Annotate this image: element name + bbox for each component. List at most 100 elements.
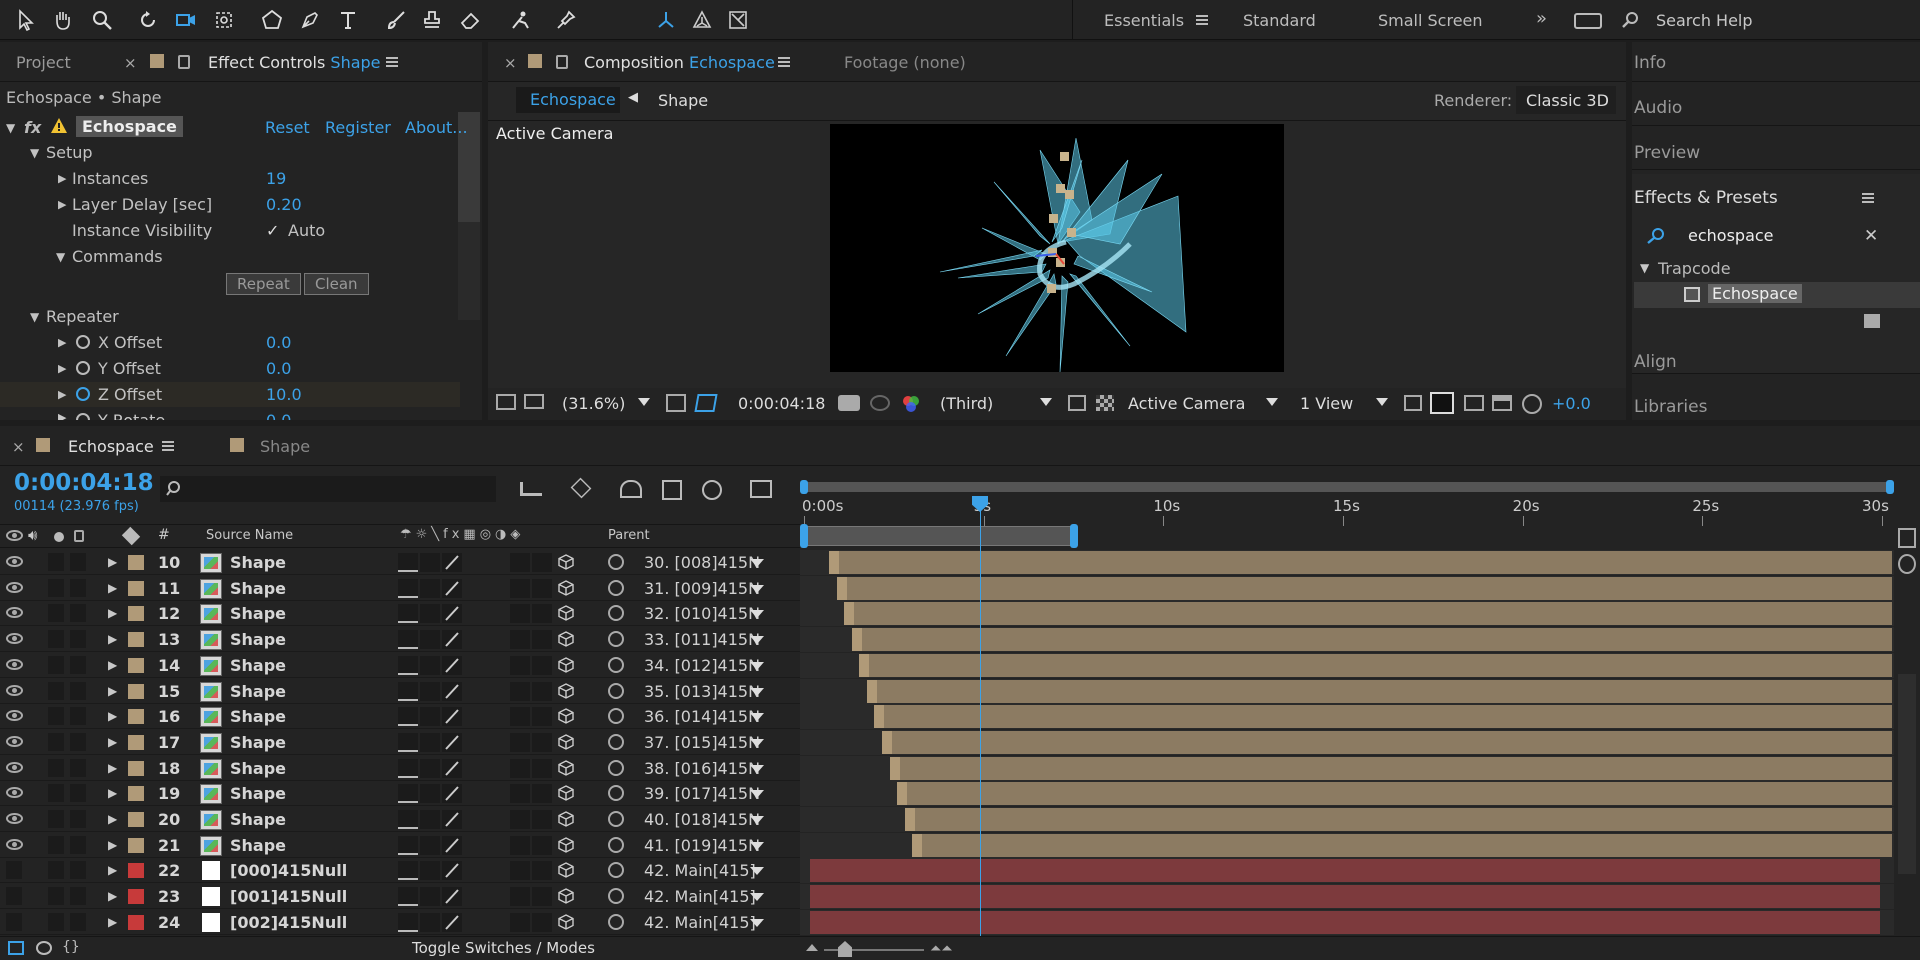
- eraser-tool-icon[interactable]: [456, 6, 484, 34]
- close-tab-icon[interactable]: ×: [124, 54, 137, 72]
- layer-source-name[interactable]: [001]415Null: [230, 887, 347, 906]
- expand-arrow-icon[interactable]: ▶: [58, 411, 66, 420]
- clear-search-icon[interactable]: ✕: [1864, 226, 1878, 246]
- quality-switch[interactable]: [442, 681, 462, 701]
- adjustment-switch[interactable]: [532, 784, 552, 804]
- pen-tool-icon[interactable]: [296, 6, 324, 34]
- layer-source-name[interactable]: Shape: [230, 733, 286, 752]
- solo-switch[interactable]: [48, 835, 64, 854]
- current-time[interactable]: 0:00:04:18: [14, 470, 154, 496]
- lock-switch[interactable]: [70, 604, 86, 623]
- channels-icon[interactable]: [900, 394, 922, 414]
- shy-switch[interactable]: [398, 604, 418, 624]
- shy-switch[interactable]: [398, 758, 418, 778]
- parent-dropdown[interactable]: 30. [008]415N: [644, 553, 760, 572]
- layer-duration-bar[interactable]: [810, 885, 1880, 909]
- 3d-layer-icon[interactable]: [558, 682, 574, 699]
- shy-switch[interactable]: [398, 578, 418, 598]
- parent-pick-whip-icon[interactable]: [608, 631, 624, 648]
- panel-menu-icon[interactable]: [386, 57, 398, 67]
- layer-row[interactable]: ▶ 13 Shape 33. [011]415N: [0, 627, 1920, 653]
- echospace-preset-row[interactable]: Echospace: [1634, 282, 1920, 308]
- visibility-eye-icon[interactable]: [6, 735, 23, 747]
- show-snapshot-icon[interactable]: [870, 395, 890, 411]
- adjustment-switch[interactable]: [532, 604, 552, 624]
- 3d-layer-icon[interactable]: [558, 785, 574, 802]
- adjustment-switch[interactable]: [532, 912, 552, 932]
- parent-dropdown-arrow-icon[interactable]: [750, 661, 764, 670]
- shy-switch[interactable]: [398, 835, 418, 855]
- layer-source-name[interactable]: [002]415Null: [230, 913, 347, 932]
- adjustment-switch[interactable]: [532, 835, 552, 855]
- collapse-switch[interactable]: [420, 553, 440, 572]
- views-dropdown-arrow-icon[interactable]: [1376, 398, 1388, 406]
- shy-switch[interactable]: [398, 732, 418, 752]
- layer-source-name[interactable]: Shape: [230, 810, 286, 829]
- tab-composition[interactable]: Composition Echospace: [584, 53, 775, 72]
- label-color[interactable]: [128, 837, 144, 853]
- motion-blur-switch[interactable]: [510, 655, 530, 675]
- crumb-shape[interactable]: Shape: [658, 91, 708, 110]
- solo-switch[interactable]: [48, 732, 64, 751]
- preview-panel-tab[interactable]: Preview: [1634, 143, 1700, 163]
- parent-pick-whip-icon[interactable]: [608, 656, 624, 673]
- time-navigator[interactable]: [802, 482, 1894, 492]
- repeater-group[interactable]: ▼ Repeater: [0, 304, 460, 329]
- zoom-dropdown[interactable]: (31.6%): [562, 394, 625, 413]
- layer-source-name[interactable]: Shape: [230, 682, 286, 701]
- navigator-start-handle[interactable]: [800, 480, 808, 494]
- adjustment-switch[interactable]: [532, 578, 552, 598]
- parent-pick-whip-icon[interactable]: [608, 785, 624, 802]
- layer-row[interactable]: ▶ 18 Shape 38. [016]415N: [0, 755, 1920, 781]
- parent-dropdown-arrow-icon[interactable]: [750, 713, 764, 722]
- renderer-button[interactable]: Classic 3D: [1516, 86, 1616, 114]
- motion-blur-switch[interactable]: [510, 578, 530, 598]
- zoom-in-icon[interactable]: ⏶⏶: [930, 941, 952, 957]
- visibility-eye-icon[interactable]: [6, 633, 23, 645]
- puppet-pin-tool-icon[interactable]: [552, 6, 580, 34]
- workspace-menu-icon[interactable]: [1196, 15, 1208, 25]
- collapse-switch[interactable]: [420, 835, 440, 855]
- expand-arrow-icon[interactable]: ▶: [108, 812, 117, 826]
- layer-row[interactable]: ▶ 14 Shape 34. [012]415N: [0, 652, 1920, 678]
- collapse-switch[interactable]: [420, 758, 440, 778]
- label-color[interactable]: [128, 914, 144, 930]
- stopwatch-icon[interactable]: [76, 361, 90, 375]
- visibility-eye-icon[interactable]: [6, 813, 23, 824]
- parent-dropdown-arrow-icon[interactable]: [750, 584, 764, 593]
- parent-dropdown[interactable]: 35. [013]415N: [644, 682, 760, 701]
- panel-menu-icon[interactable]: [162, 441, 174, 451]
- quality-switch[interactable]: [442, 655, 462, 675]
- register-link[interactable]: Register: [325, 118, 391, 137]
- layer-row[interactable]: ▶ 22 [000]415Null 42. Main[415]: [0, 858, 1920, 884]
- av-visibility-icon[interactable]: [6, 530, 23, 541]
- collapse-switch[interactable]: [420, 784, 440, 804]
- label-color[interactable]: [128, 786, 144, 802]
- lock-switch[interactable]: [70, 912, 86, 931]
- adjustment-switch[interactable]: [532, 861, 552, 881]
- parent-pick-whip-icon[interactable]: [608, 862, 624, 879]
- layer-source-name[interactable]: Shape: [230, 707, 286, 726]
- snapshot-icon[interactable]: [838, 395, 860, 411]
- parent-pick-whip-icon[interactable]: [608, 759, 624, 776]
- col-parent[interactable]: Parent: [608, 528, 650, 543]
- time-ruler[interactable]: 0:00s5s10s15s20s25s30s: [800, 476, 1900, 548]
- lock-icon[interactable]: [74, 530, 84, 542]
- quality-switch[interactable]: [442, 732, 462, 752]
- shy-switch[interactable]: [398, 553, 418, 572]
- parent-dropdown[interactable]: 33. [011]415N: [644, 630, 760, 649]
- adjustment-switch[interactable]: [532, 681, 552, 701]
- layer-row[interactable]: ▶ 16 Shape 36. [014]415N: [0, 704, 1920, 730]
- tab-footage[interactable]: Footage (none): [844, 53, 966, 72]
- parent-pick-whip-icon[interactable]: [608, 682, 624, 699]
- layer-switches-icon[interactable]: [8, 941, 24, 955]
- expand-arrow-icon[interactable]: ▶: [108, 581, 117, 595]
- keyboard-icon[interactable]: [1574, 13, 1602, 29]
- trapcode-category[interactable]: Trapcode: [1658, 259, 1731, 278]
- layer-duration-bar[interactable]: [889, 756, 1892, 780]
- parent-dropdown[interactable]: 42. Main[415]: [644, 887, 756, 906]
- parent-dropdown-arrow-icon[interactable]: [750, 790, 764, 799]
- motion-blur-switch[interactable]: [510, 835, 530, 855]
- col-source-name[interactable]: Source Name: [206, 528, 293, 543]
- label-color[interactable]: [128, 632, 144, 648]
